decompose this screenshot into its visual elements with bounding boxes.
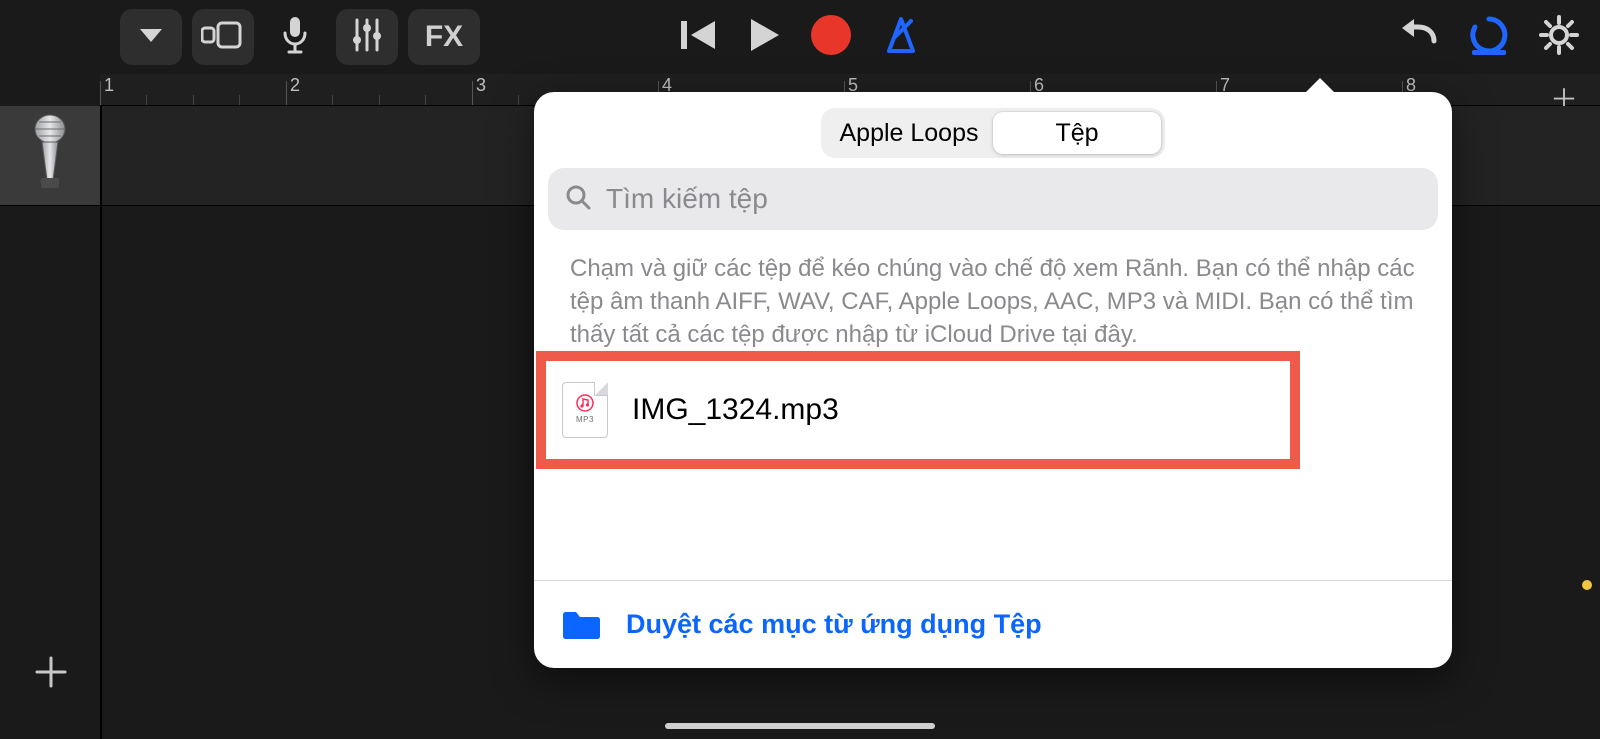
metronome-icon bbox=[881, 42, 921, 59]
search-icon bbox=[564, 183, 592, 216]
play-button[interactable] bbox=[747, 17, 781, 58]
fx-button[interactable]: FX bbox=[408, 9, 480, 65]
toolbar-left-group: FX bbox=[120, 9, 480, 65]
play-icon bbox=[747, 40, 781, 57]
browser-tabs: Apple Loops Tệp bbox=[821, 108, 1165, 158]
home-indicator bbox=[665, 723, 935, 729]
skip-back-icon bbox=[679, 40, 719, 57]
audio-file-icon: MP3 bbox=[562, 382, 608, 438]
add-track-button[interactable] bbox=[26, 649, 76, 699]
ruler-mark: 2 bbox=[290, 75, 300, 96]
file-item[interactable]: MP3 IMG_1324.mp3 bbox=[554, 369, 1284, 451]
record-button[interactable] bbox=[809, 13, 853, 62]
record-icon bbox=[809, 44, 853, 61]
browse-files-label: Duyệt các mục từ ứng dụng Tệp bbox=[626, 609, 1042, 640]
loop-browser-button[interactable] bbox=[1468, 14, 1510, 61]
view-mode-button[interactable] bbox=[192, 9, 254, 65]
import-hint-text: Chạm và giữ các tệp để kéo chúng vào chế… bbox=[534, 230, 1452, 351]
fx-label: FX bbox=[425, 20, 463, 54]
transport-controls bbox=[679, 13, 921, 62]
microphone-icon bbox=[280, 15, 310, 60]
loop-browser-popover: Apple Loops Tệp Chạm và giữ các tệp để k… bbox=[534, 92, 1452, 668]
tab-label: Tệp bbox=[1055, 119, 1098, 148]
browse-files-row[interactable]: Duyệt các mục từ ứng dụng Tệp bbox=[534, 580, 1452, 668]
ruler-mark: 1 bbox=[104, 75, 114, 96]
search-input[interactable] bbox=[606, 183, 1422, 215]
top-toolbar: FX bbox=[0, 0, 1600, 74]
sliders-icon bbox=[350, 16, 384, 59]
file-list: MP3 IMG_1324.mp3 bbox=[534, 343, 1452, 493]
tab-label: Apple Loops bbox=[839, 119, 978, 148]
track-divider bbox=[100, 106, 102, 739]
metronome-button[interactable] bbox=[881, 15, 921, 60]
undo-icon bbox=[1400, 40, 1440, 57]
folder-icon bbox=[560, 609, 602, 641]
chevron-down-icon bbox=[136, 25, 166, 50]
mixer-button[interactable] bbox=[336, 9, 398, 65]
toolbar-right-group bbox=[1400, 14, 1580, 61]
ruler-mark: 3 bbox=[476, 75, 486, 96]
track-header[interactable] bbox=[0, 106, 100, 206]
loop-icon bbox=[1468, 43, 1510, 60]
file-name-label: IMG_1324.mp3 bbox=[632, 393, 839, 427]
skip-back-button[interactable] bbox=[679, 17, 719, 58]
settings-button[interactable] bbox=[1538, 14, 1580, 61]
undo-button[interactable] bbox=[1400, 17, 1440, 58]
file-ext-label: MP3 bbox=[576, 415, 594, 424]
input-mic-button[interactable] bbox=[264, 9, 326, 65]
plus-icon bbox=[33, 654, 69, 695]
microphone-track-icon bbox=[27, 114, 73, 197]
toolbar-dropdown-button[interactable] bbox=[120, 9, 182, 65]
view-mode-icon bbox=[201, 21, 245, 54]
status-dot bbox=[1582, 580, 1592, 590]
tab-apple-loops[interactable]: Apple Loops bbox=[825, 112, 993, 154]
gear-icon bbox=[1538, 43, 1580, 60]
search-field[interactable] bbox=[548, 168, 1438, 230]
tab-files[interactable]: Tệp bbox=[993, 112, 1161, 154]
